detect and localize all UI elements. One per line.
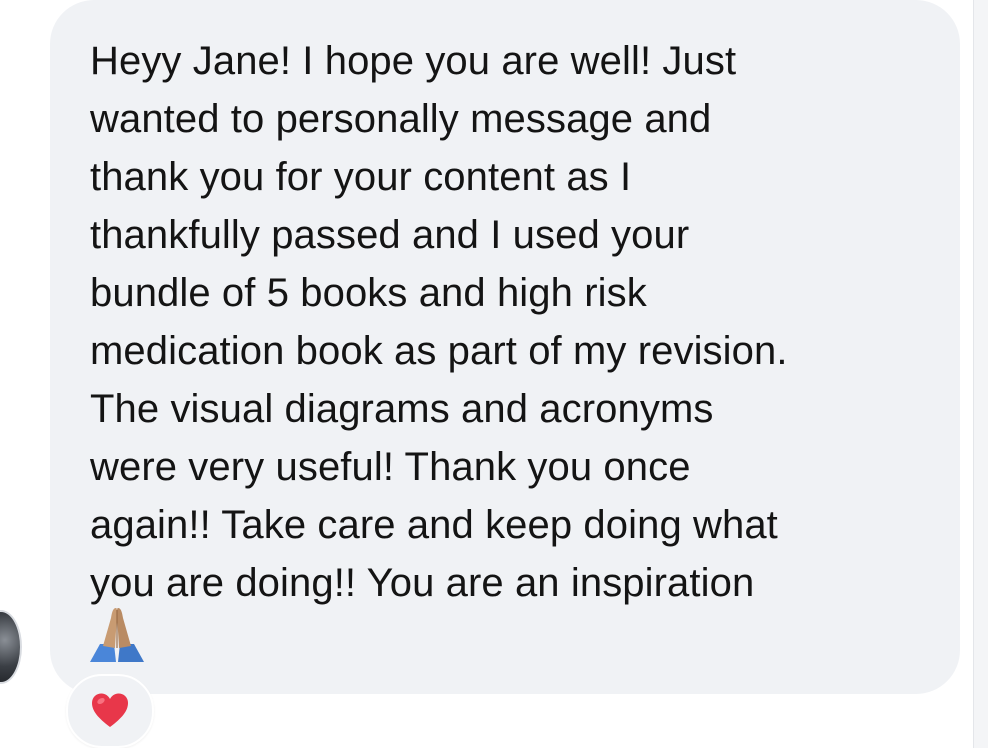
folded-hands-icon	[90, 608, 144, 662]
message-thread: Heyy Jane! I hope you are well! Just wan…	[0, 0, 988, 748]
message-text: Heyy Jane! I hope you are well! Just wan…	[90, 39, 788, 605]
reaction-badge[interactable]	[66, 674, 154, 748]
scrollbar-track[interactable]	[973, 0, 988, 748]
heart-icon	[92, 693, 128, 727]
sender-avatar[interactable]	[0, 610, 22, 684]
message-bubble[interactable]: Heyy Jane! I hope you are well! Just wan…	[50, 0, 960, 694]
